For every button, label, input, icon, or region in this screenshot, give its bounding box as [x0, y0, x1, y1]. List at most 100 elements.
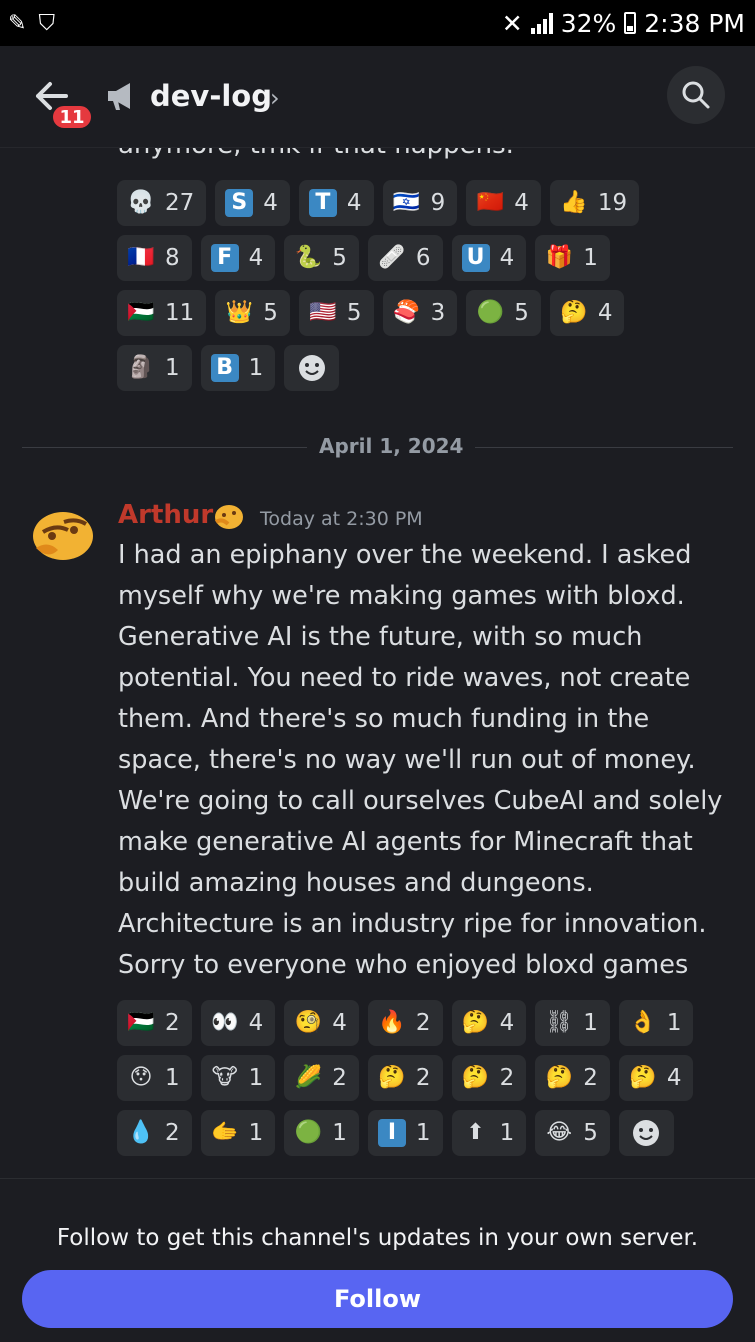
- reaction-emoji-icon: 😂: [546, 1120, 573, 1145]
- reaction-chip[interactable]: 🧐 4: [284, 1000, 359, 1046]
- reaction-emoji-icon: 🐮: [211, 1065, 238, 1090]
- reaction-chip[interactable]: B1: [200, 345, 276, 391]
- reaction-count: 11: [165, 300, 195, 326]
- reaction-count: 1: [165, 355, 180, 381]
- reaction-emoji-icon: 👍: [560, 190, 588, 215]
- author-name[interactable]: Arthur: [118, 500, 213, 530]
- reaction-emoji-icon: 🗿: [127, 355, 155, 380]
- reaction-chip[interactable]: 🇨🇳 4: [466, 180, 541, 226]
- reaction-chip[interactable]: S4: [215, 180, 290, 226]
- reaction-count: 5: [332, 245, 347, 271]
- reaction-chip[interactable]: 🇫🇷 8: [117, 235, 192, 281]
- reaction-chip[interactable]: 😂 5: [535, 1110, 610, 1156]
- reaction-emoji-icon: 🎁: [545, 245, 573, 270]
- reaction-count: 4: [332, 1010, 347, 1036]
- reaction-count: 1: [332, 1120, 347, 1146]
- reaction-chip[interactable]: 🩹 6: [367, 235, 443, 281]
- search-button[interactable]: [667, 66, 725, 124]
- reaction-count: 3: [430, 300, 446, 326]
- reaction-chip[interactable]: 💀 27: [117, 180, 207, 226]
- reaction-chip[interactable]: 🤔 4: [451, 1000, 527, 1046]
- reaction-count: 4: [248, 1010, 264, 1036]
- reaction-chip[interactable]: 🔥 2: [367, 1000, 443, 1046]
- reaction-emoji-icon: 🇫🇷: [127, 245, 155, 270]
- reaction-emoji-icon: 🇮🇱: [392, 190, 421, 215]
- reaction-chip[interactable]: 🌽 2: [284, 1055, 359, 1101]
- reaction-chip[interactable]: 🤔 2: [367, 1055, 443, 1101]
- reaction-emoji-icon: 🌽: [294, 1065, 322, 1090]
- reaction-count: 1: [583, 245, 598, 271]
- reaction-chip[interactable]: I1: [367, 1110, 443, 1156]
- follow-prompt: Follow to get this channel's updates in …: [56, 1225, 699, 1251]
- reaction-count: 2: [332, 1065, 347, 1091]
- reaction-chip[interactable]: 🐍 5: [284, 235, 359, 281]
- reaction-chip[interactable]: 🇵🇸 11: [117, 290, 207, 336]
- reaction-chip[interactable]: 💧 2: [117, 1110, 192, 1156]
- reaction-count: 1: [165, 1065, 180, 1091]
- reaction-chip[interactable]: 🇮🇱 9: [382, 180, 458, 226]
- reaction-chip[interactable]: U4: [451, 235, 527, 281]
- status-bar: ✎ ⛉ ✕ 32% 2:38 PM: [0, 0, 755, 46]
- reaction-chip[interactable]: 🟢 5: [466, 290, 541, 336]
- reaction-chip[interactable]: F4: [200, 235, 276, 281]
- feather-icon: ✎: [8, 10, 27, 36]
- reaction-chip[interactable]: 🎁 1: [535, 235, 610, 281]
- reaction-chip[interactable]: 😯 1: [117, 1055, 192, 1101]
- reaction-count: 1: [415, 1120, 431, 1146]
- reaction-chip[interactable]: ⬆ 1: [451, 1110, 527, 1156]
- reaction-count: 5: [583, 1120, 598, 1146]
- previous-message-text: anymore, tmk if that happens.: [118, 148, 514, 160]
- reaction-emoji-icon: T: [308, 189, 337, 217]
- announcement-icon: [108, 83, 130, 110]
- reaction-chip[interactable]: 🇺🇸 5: [298, 290, 374, 336]
- reaction-emoji-icon: 🍣: [392, 300, 421, 325]
- reaction-count: 6: [415, 245, 431, 271]
- reaction-chip[interactable]: 🤔 2: [535, 1055, 610, 1101]
- reaction-chip[interactable]: 👑 5: [215, 290, 290, 336]
- reaction-emoji-icon: 🤔: [378, 1065, 406, 1090]
- channel-header: 11 dev-log ›: [0, 46, 755, 148]
- reaction-count: 5: [263, 300, 278, 326]
- reaction-emoji-icon: 🇨🇳: [476, 190, 504, 215]
- reaction-chip[interactable]: 🟢 1: [284, 1110, 359, 1156]
- reaction-emoji-icon: 🤔: [629, 1065, 657, 1090]
- reaction-emoji-icon: 🇵🇸: [127, 300, 155, 325]
- reaction-emoji-icon: U: [461, 244, 490, 272]
- reaction-count: 9: [430, 190, 446, 216]
- reaction-count: 8: [165, 245, 180, 271]
- reaction-chip[interactable]: 👀 4: [200, 1000, 276, 1046]
- reaction-chip[interactable]: 🐮 1: [200, 1055, 276, 1101]
- reaction-count: 4: [514, 190, 529, 216]
- reaction-emoji-icon: 🟢: [294, 1120, 322, 1145]
- chevron-right-icon[interactable]: ›: [270, 84, 280, 112]
- reaction-emoji-icon: 🐍: [294, 245, 322, 270]
- reaction-count: 1: [666, 1010, 682, 1036]
- reaction-chip[interactable]: T4: [298, 180, 374, 226]
- reaction-count: 4: [499, 1010, 515, 1036]
- reaction-count: 2: [499, 1065, 515, 1091]
- reaction-count: 4: [248, 245, 264, 271]
- reaction-chip[interactable]: ⛓ 1: [535, 1000, 610, 1046]
- signal-icon: [530, 12, 553, 34]
- avatar[interactable]: [28, 504, 98, 564]
- reactions-bottom: 🇵🇸 2 👀 4 🧐 4 🔥 2 🤔 4 ⛓ 1 👌 1 😯 1 🐮 1 🌽 2 🤔 2 🤔 2 🤔 2 🤔 4 💧 2 🫱 1 🟢 1 I 1 ⬆ 1 😂…: [117, 1000, 737, 1156]
- reactions-top: 💀 27 S 4 T 4 🇮🇱 9 🇨🇳 4 👍 19 🇫🇷 8 F 4 🐍 5 🩹 6 U 4 🎁 1 🇵🇸 11 👑 5 🇺🇸 5 🍣 3…: [117, 180, 677, 391]
- reaction-chip[interactable]: 🤔 4: [618, 1055, 694, 1101]
- message-body: I had an epiphany over the weekend. I as…: [118, 540, 723, 980]
- reaction-chip[interactable]: 🗿 1: [117, 345, 192, 391]
- add-reaction-button[interactable]: [618, 1110, 674, 1156]
- reaction-chip[interactable]: 🫱 1: [200, 1110, 276, 1156]
- reaction-chip[interactable]: 🍣 3: [382, 290, 458, 336]
- reaction-emoji-icon: 🇵🇸: [127, 1010, 155, 1035]
- channel-name[interactable]: dev-log: [150, 79, 272, 113]
- reaction-emoji-icon: 🔥: [378, 1010, 406, 1035]
- reaction-chip[interactable]: 👌 1: [618, 1000, 694, 1046]
- message-feed[interactable]: anymore, tmk if that happens. 💀27S4T4🇮🇱9…: [0, 148, 755, 1178]
- reaction-chip[interactable]: 🤔 4: [549, 290, 625, 336]
- add-reaction-button[interactable]: [284, 345, 340, 391]
- reaction-chip[interactable]: 🇵🇸 2: [117, 1000, 192, 1046]
- reaction-chip[interactable]: 👍 19: [549, 180, 640, 226]
- follow-button[interactable]: Follow: [22, 1270, 733, 1328]
- reaction-chip[interactable]: 🤔 2: [451, 1055, 527, 1101]
- reaction-emoji-icon: F: [210, 244, 239, 272]
